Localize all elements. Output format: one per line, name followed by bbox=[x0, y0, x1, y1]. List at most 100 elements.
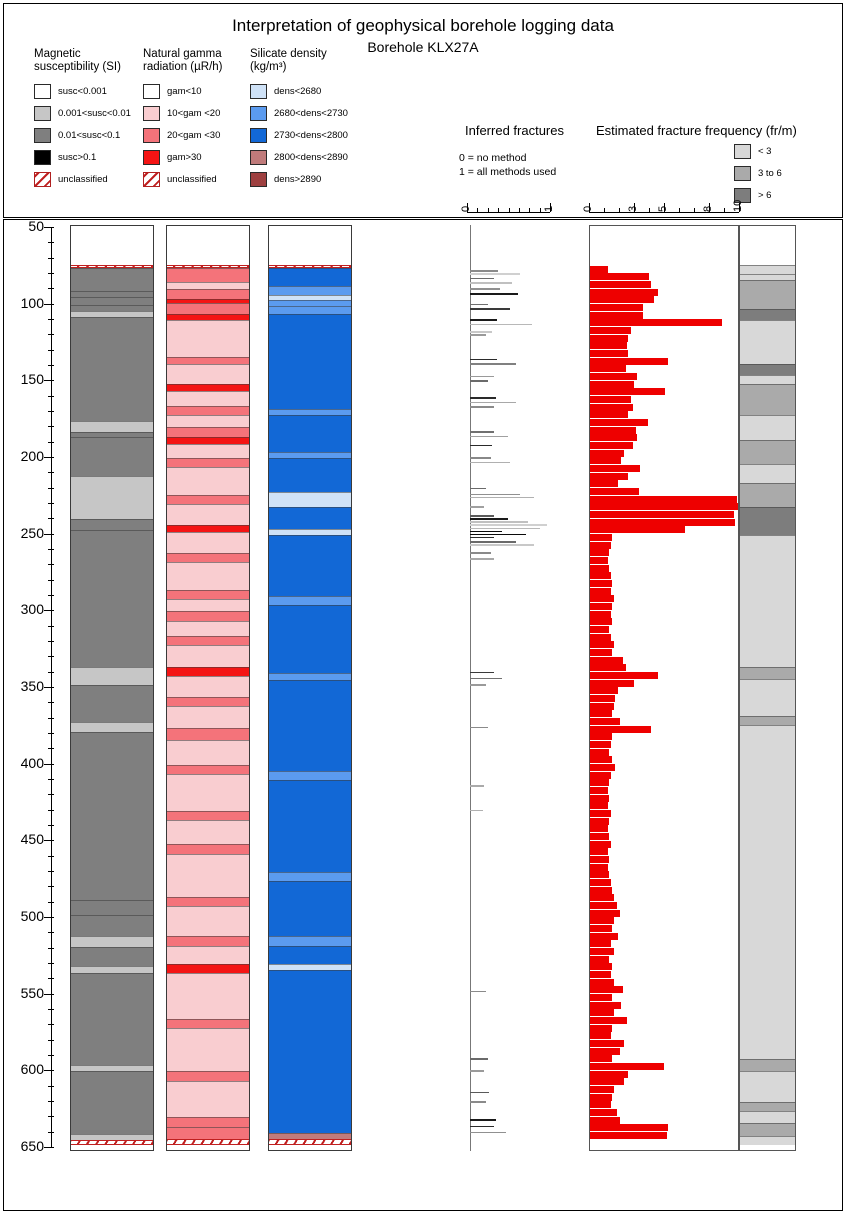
depth-minor-tick bbox=[48, 1009, 54, 1010]
fracture-frequency-bar bbox=[590, 311, 644, 319]
depth-minor-tick bbox=[48, 702, 54, 704]
natural-gamma-interval bbox=[167, 436, 249, 445]
color-swatch-icon bbox=[143, 105, 160, 121]
fracture-frequency-bar bbox=[590, 694, 616, 703]
fracture-frequency-bar bbox=[590, 480, 619, 488]
fracture-frequency-bar bbox=[590, 1085, 614, 1094]
depth-tick-label: 250 bbox=[20, 524, 44, 541]
natural-gamma-interval bbox=[167, 611, 249, 621]
fracture-frequency-bar bbox=[590, 388, 666, 396]
fracture-class-interval bbox=[740, 464, 795, 483]
color-swatch-icon bbox=[143, 149, 160, 165]
fracture-frequency-bar bbox=[590, 1055, 613, 1063]
depth-tick-label: 150 bbox=[20, 371, 44, 388]
fracture-frequency-bar bbox=[590, 303, 644, 312]
fracture-frequency-bar bbox=[590, 1039, 625, 1048]
legend-row: < 3 bbox=[734, 143, 771, 159]
fracture-frequency-bar bbox=[590, 710, 613, 718]
natural-gamma-interval bbox=[167, 494, 249, 504]
fracture-frequency-bar bbox=[590, 411, 629, 419]
depth-minor-tick bbox=[48, 794, 54, 796]
fracture-frequency-bar bbox=[590, 457, 622, 465]
inferred-fracture-line bbox=[470, 380, 488, 382]
inferred-fracture-line bbox=[470, 308, 510, 310]
natural-gamma-interval bbox=[167, 1117, 249, 1127]
fracture-frequency-bar bbox=[590, 587, 611, 595]
fracture-frequency-tick-label: 10 bbox=[732, 199, 744, 212]
borehole-subtitle: Borehole KLX27A bbox=[367, 39, 479, 55]
fracture-class-interval bbox=[740, 507, 795, 535]
depth-tick-label: 550 bbox=[20, 984, 44, 1001]
legend-label: 0.001<susc<0.01 bbox=[58, 107, 131, 119]
legend-label: susc<0.001 bbox=[58, 85, 107, 97]
fracture-frequency-bar bbox=[590, 993, 613, 1002]
inferred-fracture-line bbox=[470, 282, 512, 284]
depth-major-tick bbox=[44, 227, 54, 228]
fracture-frequency-bar bbox=[590, 434, 638, 442]
natural-gamma-interval bbox=[167, 504, 249, 526]
fracture-frequency-tick-label: 0 bbox=[582, 205, 594, 212]
silicate-density-interval bbox=[269, 267, 351, 287]
inferred-fracture-line bbox=[470, 496, 534, 499]
inferred-fracture-line bbox=[470, 558, 494, 560]
natural-gamma-interval bbox=[167, 444, 249, 458]
fracture-class-interval bbox=[740, 364, 795, 376]
fracture-frequency-bar bbox=[590, 901, 617, 910]
natural-gamma-interval bbox=[167, 599, 249, 612]
legend-label: unclassified bbox=[58, 173, 108, 185]
fracture-frequency-bar bbox=[590, 572, 611, 580]
depth-major-tick bbox=[44, 457, 54, 458]
legend-row: 10<gam <20 bbox=[143, 105, 220, 121]
depth-minor-tick bbox=[48, 487, 54, 489]
inferred-fracture-line bbox=[470, 1125, 494, 1128]
depth-tick-label: 500 bbox=[20, 908, 44, 924]
natural-gamma-interval bbox=[167, 390, 249, 406]
inferred-fracture-line bbox=[470, 487, 486, 490]
legend-label: 20<gam <30 bbox=[167, 129, 221, 141]
inferred-fracture-line bbox=[470, 518, 509, 520]
fracture-frequency-bar bbox=[590, 426, 636, 434]
natural-gamma-interval bbox=[167, 415, 249, 428]
natural-gamma-interval bbox=[167, 666, 249, 676]
silicate-density-interval bbox=[269, 534, 351, 596]
legend-heading-magnetic: Magnetic susceptibility (SI) bbox=[34, 48, 121, 73]
fracture-frequency-bar bbox=[590, 1108, 617, 1117]
magnetic-susceptibility-interval bbox=[71, 666, 153, 685]
natural-gamma-interval bbox=[167, 281, 249, 290]
depth-minor-tick bbox=[48, 426, 54, 428]
depth-minor-tick bbox=[48, 1024, 54, 1026]
depth-minor-tick bbox=[48, 395, 54, 397]
legend-row: 20<gam <30 bbox=[143, 127, 220, 143]
depth-tick-label: 650 bbox=[20, 1138, 44, 1154]
silicate-density-interval bbox=[269, 458, 351, 492]
track-silicate-density bbox=[268, 225, 352, 1151]
depth-minor-tick bbox=[48, 1116, 54, 1118]
fracture-frequency-minor-tick bbox=[649, 208, 650, 212]
inferred-fracture-line bbox=[470, 461, 510, 464]
inferred-fracture-line bbox=[470, 1091, 490, 1094]
legend-heading-inferred-fractures: Inferred fractures bbox=[465, 123, 564, 138]
color-swatch-icon bbox=[34, 83, 51, 99]
legend-label: 2800<dens<2890 bbox=[274, 151, 348, 163]
fracture-frequency-bar bbox=[590, 280, 651, 289]
fracture-frequency-bar bbox=[590, 825, 608, 833]
magnetic-susceptibility-interval bbox=[71, 721, 153, 733]
magnetic-susceptibility-interval bbox=[71, 973, 153, 1066]
fracture-frequency-minor-tick bbox=[694, 208, 695, 212]
silicate-density-interval bbox=[269, 970, 351, 1133]
inferred-fracture-line bbox=[470, 323, 533, 326]
fracture-frequency-bar bbox=[590, 863, 608, 871]
inferred-fracture-line bbox=[470, 677, 502, 680]
depth-tick-label: 100 bbox=[20, 294, 44, 311]
fracture-frequency-bar bbox=[590, 802, 608, 810]
inferred-fracture-line bbox=[470, 430, 494, 433]
legend-row: dens>2890 bbox=[250, 171, 321, 187]
inferred-fracture-line bbox=[470, 530, 502, 533]
fracture-frequency-bar bbox=[590, 518, 736, 526]
depth-major-tick bbox=[44, 993, 54, 995]
fracture-frequency-bar bbox=[590, 418, 648, 427]
fracture-frequency-bar bbox=[590, 395, 632, 404]
fracture-frequency-bar bbox=[590, 756, 613, 764]
fracture-frequency-bar bbox=[590, 671, 659, 680]
depth-minor-tick bbox=[48, 932, 54, 934]
